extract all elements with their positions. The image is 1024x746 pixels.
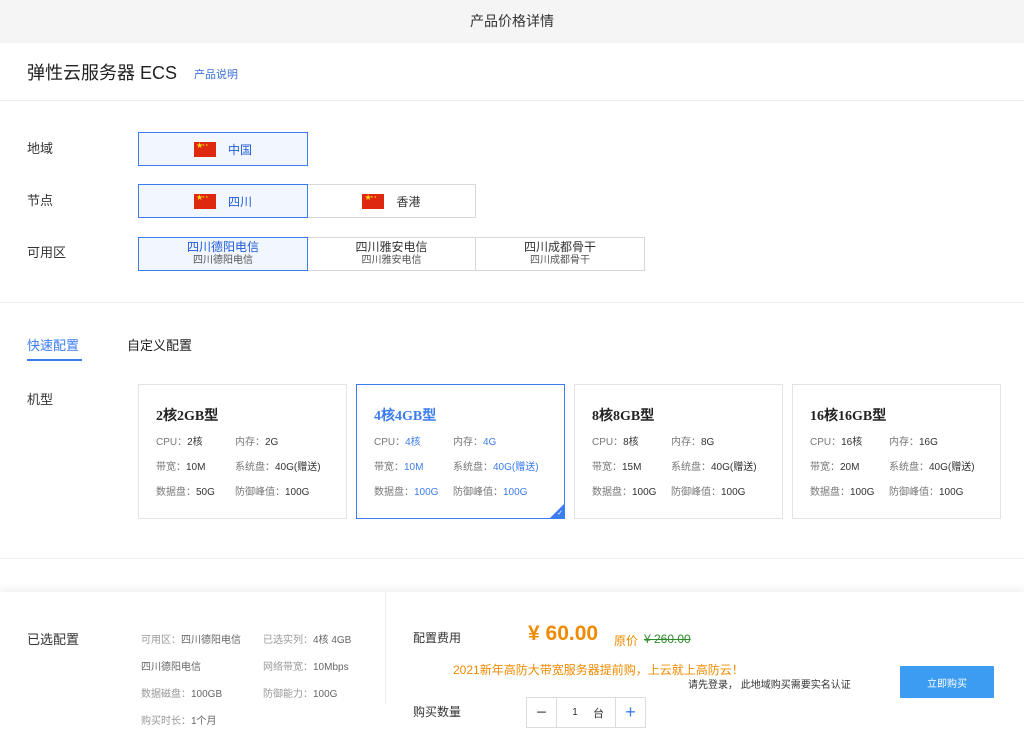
model-card-name: 4核4GB型 [374, 409, 437, 424]
zone-option-title: 四川成都骨干 [523, 240, 596, 254]
spec-system-disk: 系统盘：40G(赠送) [889, 462, 975, 473]
checkmark-icon: ✓ [557, 510, 563, 517]
spec-data-disk: 数据盘：100G [810, 487, 875, 498]
summary-instance: 已选实列：4核 4GB [263, 635, 352, 646]
spec-system-disk: 系统盘：40G(赠送) [453, 462, 539, 473]
china-flag-icon [193, 193, 216, 209]
page-header-bar: 产品价格详情 [0, 0, 1024, 43]
zone-option-title: 四川雅安电信 [355, 240, 428, 254]
china-flag-icon [362, 193, 385, 209]
spec-system-disk: 系统盘：40G(赠送) [235, 462, 321, 473]
increase-quantity-button[interactable]: + [615, 698, 645, 727]
model-card-name: 8核8GB型 [592, 409, 655, 424]
model-card-16c16g[interactable]: 16核16GB型 CPU：16核 内存：16G 带宽：20M 系统盘：40G(赠… [792, 384, 1001, 519]
spec-defense: 防御峰值：100G [671, 487, 746, 498]
login-notice: 请先登录， 此地域购买需要实名认证 [688, 680, 851, 691]
order-summary-bar: 已选配置 可用区：四川德阳电信 已选实列：4核 4GB 四川德阳电信 网络带宽：… [0, 592, 1024, 746]
spec-defense: 防御峰值：100G [889, 487, 964, 498]
spec-cpu: CPU：16核 [810, 437, 863, 448]
spec-bandwidth: 带宽：10M [374, 462, 424, 473]
model-card-name: 2核2GB型 [156, 409, 219, 424]
original-price: ¥ 260.00 [644, 632, 691, 646]
selected-config-label: 已选配置 [27, 632, 80, 647]
spec-data-disk: 数据盘：100G [374, 487, 439, 498]
summary-bandwidth: 网络带宽：10Mbps [263, 662, 349, 673]
summary-data-disk: 数据磁盘：100GB [141, 689, 223, 700]
spec-data-disk: 数据盘：100G [592, 487, 657, 498]
summary-defense: 防御能力：100G [263, 689, 338, 700]
zone-option-title: 四川德阳电信 [186, 240, 259, 254]
product-header: 弹性云服务器 ECS 产品说明 [0, 43, 1024, 101]
original-price-label: 原价 [614, 634, 639, 648]
zone-option-chengdu[interactable]: 四川成都骨干 四川成都骨干 [475, 237, 645, 271]
model-card-8c8g[interactable]: 8核8GB型 CPU：8核 内存：8G 带宽：15M 系统盘：40G(赠送) 数… [574, 384, 783, 519]
spec-data-disk: 数据盘：50G [156, 487, 215, 498]
model-label: 机型 [27, 392, 54, 407]
zone-option-deyang[interactable]: 四川德阳电信 四川德阳电信 [138, 237, 308, 271]
model-card-2c2g[interactable]: 2核2GB型 CPU：2核 内存：2G 带宽：10M 系统盘：40G(赠送) 数… [138, 384, 347, 519]
active-tab-indicator [27, 359, 82, 361]
quantity-unit: 台 [593, 707, 604, 720]
node-option-label: 四川 [227, 194, 252, 209]
zone-option-subtitle: 四川成都骨干 [530, 255, 590, 266]
page-title: 产品价格详情 [470, 13, 554, 29]
quantity-input[interactable] [557, 698, 593, 727]
spec-memory: 内存：2G [235, 437, 279, 448]
model-card-name: 16核16GB型 [810, 409, 887, 424]
summary-zone: 可用区：四川德阳电信 [141, 635, 241, 646]
node-option-hongkong[interactable]: 香港 [307, 184, 476, 218]
spec-defense: 防御峰值：100G [453, 487, 528, 498]
zone-label: 可用区 [27, 245, 67, 260]
region-label: 地域 [27, 141, 54, 156]
product-title: 弹性云服务器 ECS [27, 63, 178, 83]
current-price: ¥ 60.00 [528, 622, 599, 645]
region-option-china[interactable]: 中国 [138, 132, 308, 166]
spec-cpu: CPU：2核 [156, 437, 203, 448]
spec-bandwidth: 带宽：10M [156, 462, 206, 473]
product-description-link[interactable]: 产品说明 [194, 66, 238, 82]
spec-bandwidth: 带宽：20M [810, 462, 860, 473]
summary-duration: 购买时长：1个月 [141, 716, 217, 727]
summary-zone-line2: 四川德阳电信 [141, 662, 201, 673]
buy-now-button[interactable]: 立即购买 [900, 666, 994, 698]
section-divider [0, 558, 1024, 559]
quantity-label: 购买数量 [413, 705, 462, 719]
spec-memory: 内存：4G [453, 437, 497, 448]
china-flag-icon [193, 141, 216, 157]
node-label: 节点 [27, 193, 54, 208]
section-divider [0, 302, 1024, 303]
quantity-stepper: − 台 + [526, 697, 646, 728]
spec-cpu: CPU：4核 [374, 437, 421, 448]
spec-defense: 防御峰值：100G [235, 487, 310, 498]
zone-option-yaan[interactable]: 四川雅安电信 四川雅安电信 [307, 237, 476, 271]
spec-memory: 内存：8G [671, 437, 715, 448]
summary-divider [385, 592, 386, 704]
spec-cpu: CPU：8核 [592, 437, 639, 448]
tab-custom-config[interactable]: 自定义配置 [127, 335, 192, 354]
spec-system-disk: 系统盘：40G(赠送) [671, 462, 757, 473]
spec-bandwidth: 带宽：15M [592, 462, 642, 473]
tab-quick-config[interactable]: 快速配置 [27, 335, 79, 354]
zone-option-subtitle: 四川雅安电信 [361, 255, 422, 266]
spec-memory: 内存：16G [889, 437, 938, 448]
node-option-label: 香港 [396, 194, 421, 209]
decrease-quantity-button[interactable]: − [527, 698, 557, 727]
node-option-sichuan[interactable]: 四川 [138, 184, 308, 218]
zone-option-subtitle: 四川德阳电信 [193, 255, 253, 266]
region-option-label: 中国 [227, 142, 252, 157]
model-card-4c4g[interactable]: 4核4GB型 CPU：4核 内存：4G 带宽：10M 系统盘：40G(赠送) 数… [356, 384, 565, 519]
config-fee-label: 配置费用 [413, 631, 462, 645]
